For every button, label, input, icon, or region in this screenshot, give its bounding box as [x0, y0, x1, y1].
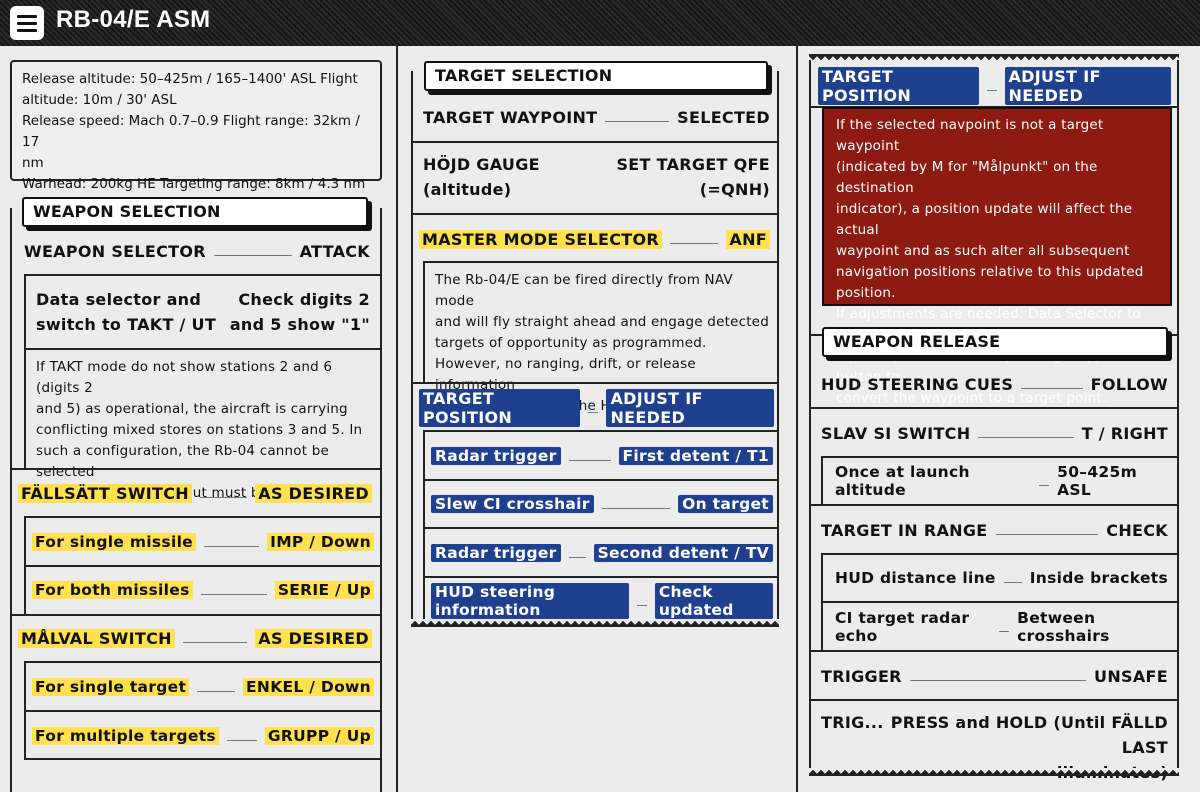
spec-line: Release altitude: 50–425m / 165–1400' AS… — [22, 71, 358, 87]
spec-line: Warhead: 200kg HE Targeting range: 8km /… — [22, 176, 366, 192]
hud-distance-line-row: HUD distance line Inside brackets — [835, 569, 1168, 587]
spec-line: Release speed: Mach 0.7–0.9 Flight range… — [22, 113, 360, 150]
column-weapon-release: TARGET POSITION ADJUST IF NEEDED If the … — [796, 46, 1200, 792]
data-selector-label: Data selector and switch to TAKT / UT — [36, 290, 217, 334]
spec-line: nm — [22, 155, 44, 171]
row-label: MÅLVAL SWITCH — [18, 628, 175, 648]
section-title: WEAPON RELEASE — [822, 327, 1168, 357]
hud-steering-cues-row: HUD STEERING CUES FOLLOW — [821, 374, 1168, 394]
section-title: WEAPON SELECTION — [22, 197, 368, 227]
ci-radar-echo-row: CI target radar echo Between crosshairs — [835, 609, 1110, 645]
slav-si-switch-row: SLAV SI SWITCH T / RIGHT — [821, 423, 1168, 443]
data-selector-value: Check digits 2 and 5 show "1" — [229, 290, 370, 334]
target-in-range-row: TARGET IN RANGE CHECK — [821, 520, 1168, 540]
single-target-row: For single target ENKEL / Down — [32, 674, 374, 700]
spec-line: altitude: 10m / 30' ASL — [22, 92, 177, 108]
column-weapon-selection: Release altitude: 50–425m / 165–1400' AS… — [0, 46, 396, 792]
page-title: RB-04/E ASM — [56, 6, 211, 33]
top-bar: RB-04/E ASM — [0, 0, 1200, 46]
position-warning: If the selected navpoint is not a target… — [822, 107, 1172, 406]
single-missile-row: For single missile IMP / Down — [32, 529, 374, 555]
trig-label: TRIG... — [821, 713, 884, 732]
slew-crosshair-row: Slew CI crosshair On target — [431, 491, 773, 517]
master-mode-row: MASTER MODE SELECTOR ANF — [419, 226, 770, 252]
torn-edge — [809, 768, 1179, 776]
multiple-targets-row: For multiple targets GRUPP / Up — [32, 723, 374, 749]
row-value: AS DESIRED — [255, 628, 372, 648]
target-position-row: TARGET POSITION ADJUST IF NEEDED — [419, 389, 774, 427]
launch-altitude-row: Once at launch altitude 50–425m ASL — [835, 463, 1138, 499]
target-position-row: TARGET POSITION ADJUST IF NEEDED — [818, 67, 1171, 105]
row-label: WEAPON SELECTOR — [24, 241, 206, 261]
hud-steering-info-row: HUD steering information Check updated — [431, 583, 773, 619]
trigger-row: TRIGGER UNSAFE — [821, 666, 1168, 686]
fallsatt-row: FÄLLSÄTT SWITCH AS DESIRED — [18, 480, 372, 506]
row-label: FÄLLSÄTT SWITCH — [18, 483, 192, 503]
radar-trigger-2-row: Radar trigger Second detent / TV — [431, 540, 773, 566]
target-waypoint-row: TARGET WAYPOINT SELECTED — [423, 107, 770, 127]
hojd-value: SET TARGET QFE (=QNH) — [616, 155, 770, 199]
both-missiles-row: For both missiles SERIE / Up — [32, 577, 374, 603]
hamburger-menu-icon[interactable] — [10, 6, 44, 40]
torn-edge — [411, 619, 779, 627]
malval-row: MÅLVAL SWITCH AS DESIRED — [18, 625, 372, 651]
column-target-selection: TARGET SELECTION TARGET WAYPOINT SELECTE… — [396, 46, 796, 792]
weapon-selector-row: WEAPON SELECTOR ATTACK — [24, 237, 370, 265]
hojd-label: HÖJD GAUGE (altitude) — [423, 155, 540, 199]
section-title: TARGET SELECTION — [424, 61, 768, 91]
row-value: AS DESIRED — [255, 483, 372, 503]
specs-box: Release altitude: 50–425m / 165–1400' AS… — [10, 60, 382, 192]
row-value: ATTACK — [299, 241, 370, 261]
radar-trigger-1-row: Radar trigger First detent / T1 — [431, 443, 773, 469]
